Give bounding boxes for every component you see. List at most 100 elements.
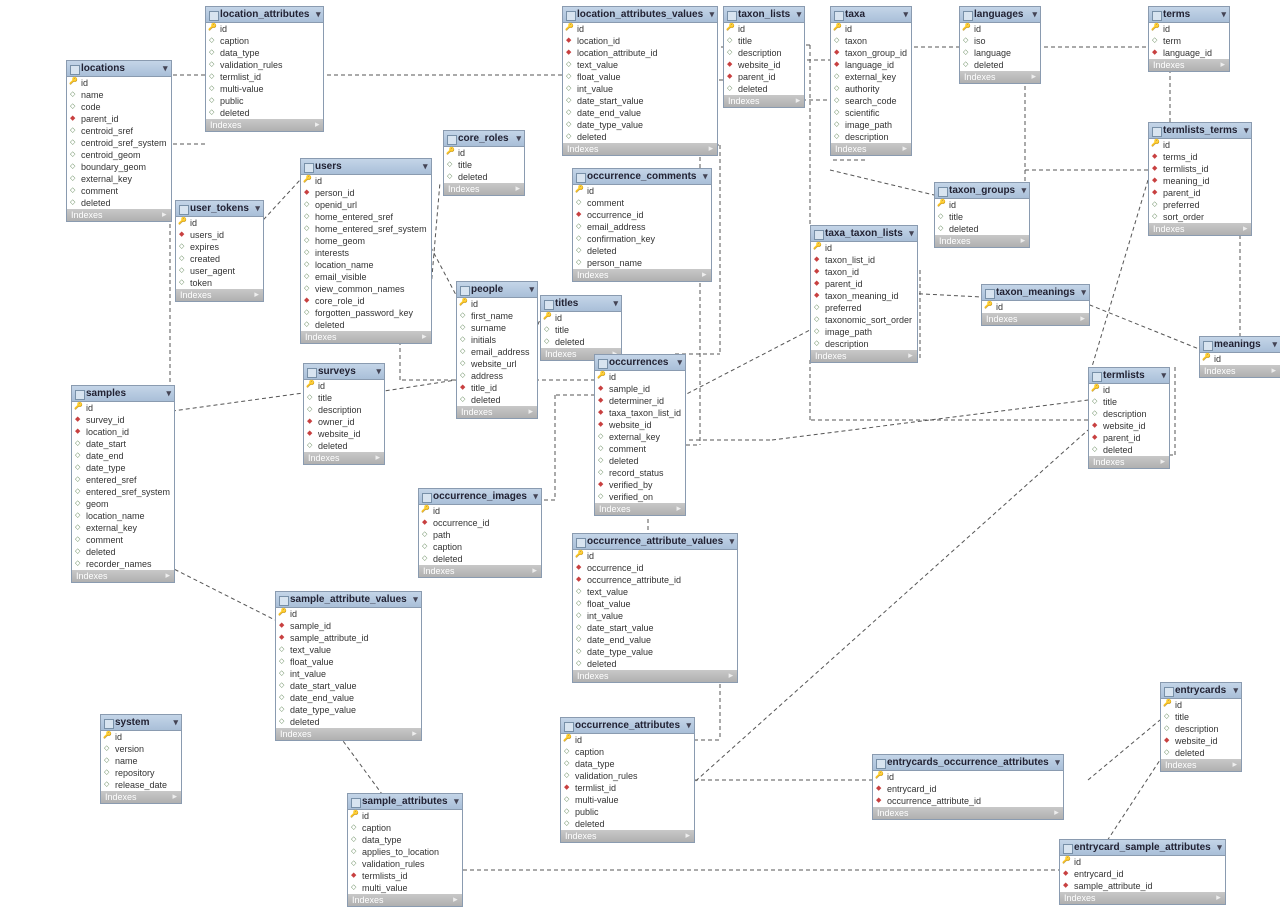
- table-location_attributes[interactable]: location_attributesidcaptiondata_typeval…: [205, 6, 324, 132]
- table-header[interactable]: termlists_terms: [1149, 123, 1251, 139]
- table-terms[interactable]: termsidtermlanguage_idIndexes: [1148, 6, 1230, 72]
- indexes-footer[interactable]: Indexes: [960, 71, 1040, 83]
- table-entrycards[interactable]: entrycardsidtitledescriptionwebsite_idde…: [1160, 682, 1242, 772]
- column-location_attribute_id: location_attribute_id: [563, 47, 717, 59]
- indexes-footer[interactable]: Indexes: [573, 670, 737, 682]
- table-header[interactable]: entrycards: [1161, 683, 1241, 699]
- indexes-footer[interactable]: Indexes: [982, 313, 1089, 325]
- indexes-footer[interactable]: Indexes: [444, 183, 524, 195]
- table-header[interactable]: taxa: [831, 7, 911, 23]
- table-samples[interactable]: samplesidsurvey_idlocation_iddate_startd…: [71, 385, 175, 583]
- table-taxon_meanings[interactable]: taxon_meaningsidIndexes: [981, 284, 1090, 326]
- indexes-footer[interactable]: Indexes: [1200, 365, 1280, 377]
- table-occurrences[interactable]: occurrencesidsample_iddeterminer_idtaxa_…: [594, 354, 686, 516]
- table-header[interactable]: location_attributes: [206, 7, 323, 23]
- table-header[interactable]: meanings: [1200, 337, 1280, 353]
- indexes-footer[interactable]: Indexes: [101, 791, 181, 803]
- table-header[interactable]: taxon_lists: [724, 7, 804, 23]
- table-locations[interactable]: locationsidnamecodeparent_idcentroid_sre…: [66, 60, 172, 222]
- table-header[interactable]: entrycard_sample_attributes: [1060, 840, 1225, 856]
- indexes-footer[interactable]: Indexes: [831, 143, 911, 155]
- indexes-footer[interactable]: Indexes: [1149, 59, 1229, 71]
- indexes-footer[interactable]: Indexes: [1089, 456, 1169, 468]
- column-id: id: [573, 550, 737, 562]
- table-occurrence_images[interactable]: occurrence_imagesidoccurrence_idpathcapt…: [418, 488, 542, 578]
- column-caption: caption: [206, 35, 323, 47]
- table-occurrence_attributes[interactable]: occurrence_attributesidcaptiondata_typev…: [560, 717, 695, 843]
- table-taxon_lists[interactable]: taxon_listsidtitledescriptionwebsite_idp…: [723, 6, 805, 108]
- indexes-footer[interactable]: Indexes: [573, 269, 711, 281]
- column-comment: comment: [573, 197, 711, 209]
- indexes-footer[interactable]: Indexes: [563, 143, 717, 155]
- table-header[interactable]: occurrence_images: [419, 489, 541, 505]
- table-core_roles[interactable]: core_rolesidtitledeletedIndexes: [443, 130, 525, 196]
- indexes-footer[interactable]: Indexes: [1161, 759, 1241, 771]
- table-header[interactable]: entrycards_occurrence_attributes: [873, 755, 1063, 771]
- indexes-footer[interactable]: Indexes: [72, 570, 174, 582]
- table-titles[interactable]: titlesidtitledeletedIndexes: [540, 295, 622, 361]
- indexes-footer[interactable]: Indexes: [67, 209, 171, 221]
- table-header[interactable]: locations: [67, 61, 171, 77]
- column-expires: expires: [176, 241, 263, 253]
- indexes-footer[interactable]: Indexes: [1149, 223, 1251, 235]
- table-header[interactable]: taxa_taxon_lists: [811, 226, 917, 242]
- table-occurrence_attribute_values[interactable]: occurrence_attribute_valuesidoccurrence_…: [572, 533, 738, 683]
- indexes-footer[interactable]: Indexes: [176, 289, 263, 301]
- column-verified_by: verified_by: [595, 479, 685, 491]
- table-taxa_taxon_lists[interactable]: taxa_taxon_listsidtaxon_list_idtaxon_idp…: [810, 225, 918, 363]
- table-header[interactable]: user_tokens: [176, 201, 263, 217]
- table-header[interactable]: location_attributes_values: [563, 7, 717, 23]
- table-people[interactable]: peopleidfirst_namesurnameinitialsemail_a…: [456, 281, 538, 419]
- table-meanings[interactable]: meaningsidIndexes: [1199, 336, 1280, 378]
- column-comment: comment: [67, 185, 171, 197]
- table-termlists[interactable]: termlistsidtitledescriptionwebsite_idpar…: [1088, 367, 1170, 469]
- table-taxa[interactable]: taxaidtaxontaxon_group_idlanguage_idexte…: [830, 6, 912, 156]
- indexes-footer[interactable]: Indexes: [595, 503, 685, 515]
- table-location_attributes_values[interactable]: location_attributes_valuesidlocation_idl…: [562, 6, 718, 156]
- table-header[interactable]: occurrences: [595, 355, 685, 371]
- indexes-footer[interactable]: Indexes: [301, 331, 431, 343]
- table-entrycard_sample_attributes[interactable]: entrycard_sample_attributesidentrycard_i…: [1059, 839, 1226, 905]
- table-header[interactable]: occurrence_attributes: [561, 718, 694, 734]
- indexes-footer[interactable]: Indexes: [419, 565, 541, 577]
- table-header[interactable]: titles: [541, 296, 621, 312]
- table-system[interactable]: systemidversionnamerepositoryrelease_dat…: [100, 714, 182, 804]
- table-header[interactable]: languages: [960, 7, 1040, 23]
- table-termlists_terms[interactable]: termlists_termsidterms_idtermlists_idmea…: [1148, 122, 1252, 236]
- indexes-footer[interactable]: Indexes: [276, 728, 421, 740]
- table-header[interactable]: terms: [1149, 7, 1229, 23]
- table-header[interactable]: taxon_groups: [935, 183, 1029, 199]
- indexes-footer[interactable]: Indexes: [206, 119, 323, 131]
- column-id: id: [541, 312, 621, 324]
- indexes-footer[interactable]: Indexes: [1060, 892, 1225, 904]
- table-header[interactable]: users: [301, 159, 431, 175]
- table-sample_attribute_values[interactable]: sample_attribute_valuesidsample_idsample…: [275, 591, 422, 741]
- table-header[interactable]: taxon_meanings: [982, 285, 1089, 301]
- indexes-footer[interactable]: Indexes: [811, 350, 917, 362]
- table-header[interactable]: occurrence_attribute_values: [573, 534, 737, 550]
- table-header[interactable]: samples: [72, 386, 174, 402]
- table-header[interactable]: surveys: [304, 364, 384, 380]
- table-header[interactable]: system: [101, 715, 181, 731]
- indexes-footer[interactable]: Indexes: [935, 235, 1029, 247]
- indexes-footer[interactable]: Indexes: [457, 406, 537, 418]
- indexes-footer[interactable]: Indexes: [724, 95, 804, 107]
- table-header[interactable]: termlists: [1089, 368, 1169, 384]
- table-header[interactable]: people: [457, 282, 537, 298]
- indexes-footer[interactable]: Indexes: [873, 807, 1063, 819]
- table-taxon_groups[interactable]: taxon_groupsidtitledeletedIndexes: [934, 182, 1030, 248]
- table-users[interactable]: usersidperson_idopenid_urlhome_entered_s…: [300, 158, 432, 344]
- table-header[interactable]: occurrence_comments: [573, 169, 711, 185]
- table-surveys[interactable]: surveysidtitledescriptionowner_idwebsite…: [303, 363, 385, 465]
- table-header[interactable]: core_roles: [444, 131, 524, 147]
- column-survey_id: survey_id: [72, 414, 174, 426]
- indexes-footer[interactable]: Indexes: [561, 830, 694, 842]
- table-languages[interactable]: languagesidisolanguagedeletedIndexes: [959, 6, 1041, 84]
- table-header[interactable]: sample_attributes: [348, 794, 462, 810]
- table-occurrence_comments[interactable]: occurrence_commentsidcommentoccurrence_i…: [572, 168, 712, 282]
- table-sample_attributes[interactable]: sample_attributesidcaptiondata_typeappli…: [347, 793, 463, 907]
- table-entrycards_occurrence_attributes[interactable]: entrycards_occurrence_attributesidentryc…: [872, 754, 1064, 820]
- table-user_tokens[interactable]: user_tokensidusers_idexpirescreateduser_…: [175, 200, 264, 302]
- table-header[interactable]: sample_attribute_values: [276, 592, 421, 608]
- indexes-footer[interactable]: Indexes: [304, 452, 384, 464]
